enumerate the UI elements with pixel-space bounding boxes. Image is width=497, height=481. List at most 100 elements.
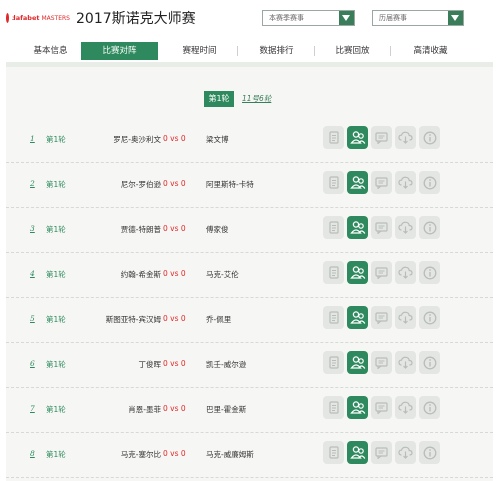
player2-name[interactable]: 乔-佩里 [206, 314, 231, 325]
tab-bar: 基本信息 比赛对阵 赛程时间 数据排行 比赛回放 高清收藏 [0, 42, 497, 62]
match-actions [323, 216, 440, 239]
players-icon[interactable] [347, 351, 368, 374]
dafabet-masters-logo[interactable]: dafabet MASTERS [6, 9, 70, 27]
match-actions [323, 126, 440, 149]
cloud-download-icon[interactable] [395, 441, 416, 464]
tab-2[interactable]: 赛程时间 [161, 42, 238, 60]
tab-3[interactable]: 数据排行 [238, 42, 315, 60]
document-icon[interactable] [323, 396, 344, 419]
match-index-link[interactable]: 2 [30, 179, 35, 188]
match-index-link[interactable]: 7 [30, 404, 35, 413]
match-row: 6 第1轮 丁俊晖 0 vs 0 凯壬-威尔逊 [6, 343, 493, 388]
match-round: 第1轮 [46, 135, 66, 144]
player2-name[interactable]: 阿里斯特-卡特 [206, 179, 254, 190]
tab-separator [390, 46, 391, 56]
player1-name[interactable]: 罗尼-奥沙利文 [113, 134, 161, 145]
player2-name[interactable]: 傅家俊 [206, 224, 229, 235]
chat-icon[interactable] [371, 396, 392, 419]
tab-1[interactable]: 比赛对阵 [81, 42, 158, 60]
document-icon[interactable] [323, 216, 344, 239]
chat-icon[interactable] [371, 216, 392, 239]
player1-name[interactable]: 丁俊晖 [139, 359, 162, 370]
player2-name[interactable]: 巴里-霍金斯 [206, 404, 246, 415]
info-icon[interactable] [419, 306, 440, 329]
player1-name[interactable]: 贾德-特朗普 [121, 224, 161, 235]
match-score: 0 vs 0 [163, 314, 186, 323]
player1-name[interactable]: 尼尔-罗伯逊 [121, 179, 161, 190]
match-score: 0 vs 0 [163, 449, 186, 458]
match-score: 0 vs 0 [163, 134, 186, 143]
document-icon[interactable] [323, 441, 344, 464]
chat-icon[interactable] [371, 126, 392, 149]
cloud-download-icon[interactable] [395, 306, 416, 329]
round-date-link[interactable]: 11号6轮 [242, 93, 271, 104]
document-icon[interactable] [323, 306, 344, 329]
match-score: 0 vs 0 [163, 179, 186, 188]
match-round: 第1轮 [46, 180, 66, 189]
chat-icon[interactable] [371, 351, 392, 374]
chat-icon[interactable] [371, 306, 392, 329]
cloud-download-icon[interactable] [395, 216, 416, 239]
cloud-download-icon[interactable] [395, 171, 416, 194]
document-icon[interactable] [323, 351, 344, 374]
player1-name[interactable]: 肖恩-墨菲 [128, 404, 161, 415]
players-icon[interactable] [347, 126, 368, 149]
player1-name[interactable]: 斯图亚特-宾汉姆 [106, 314, 161, 325]
match-index-link[interactable]: 8 [30, 449, 35, 458]
tab-label: 高清收藏 [413, 46, 448, 56]
player1-name[interactable]: 马克-塞尔比 [121, 449, 161, 460]
info-icon[interactable] [419, 126, 440, 149]
event-title: 2017斯诺克大师赛 [76, 11, 196, 27]
match-index-link[interactable]: 6 [30, 359, 35, 368]
match-index-link[interactable]: 5 [30, 314, 35, 323]
round-header: 第1轮 11号6轮 [6, 91, 493, 107]
players-icon[interactable] [347, 216, 368, 239]
match-index-link[interactable]: 1 [30, 134, 35, 143]
info-icon[interactable] [419, 441, 440, 464]
document-icon[interactable] [323, 261, 344, 284]
match-round: 第1轮 [46, 225, 66, 234]
player2-name[interactable]: 凯壬-威尔逊 [206, 359, 246, 370]
match-actions [323, 441, 440, 464]
chat-icon[interactable] [371, 171, 392, 194]
players-icon[interactable] [347, 441, 368, 464]
player2-name[interactable]: 马克-艾伦 [206, 269, 239, 280]
cloud-download-icon[interactable] [395, 261, 416, 284]
history-events-select[interactable]: 历届赛事 [372, 10, 464, 26]
cloud-download-icon[interactable] [395, 351, 416, 374]
player2-name[interactable]: 马克-威廉姆斯 [206, 449, 254, 460]
season-events-select[interactable]: 本赛季赛事 [262, 10, 355, 26]
logo-mark-icon [6, 13, 14, 23]
chevron-down-icon[interactable] [448, 11, 463, 25]
info-icon[interactable] [419, 171, 440, 194]
chat-icon[interactable] [371, 261, 392, 284]
players-icon[interactable] [347, 171, 368, 194]
player2-name[interactable]: 梁文博 [206, 134, 229, 145]
players-icon[interactable] [347, 261, 368, 284]
match-round: 第1轮 [46, 270, 66, 279]
info-icon[interactable] [419, 216, 440, 239]
round-badge[interactable]: 第1轮 [204, 91, 234, 107]
player1-name[interactable]: 约翰-希金斯 [121, 269, 161, 280]
match-index-link[interactable]: 4 [30, 269, 35, 278]
info-icon[interactable] [419, 396, 440, 419]
document-icon[interactable] [323, 171, 344, 194]
tab-5[interactable]: 高清收藏 [392, 42, 469, 60]
players-icon[interactable] [347, 306, 368, 329]
chevron-down-icon[interactable] [339, 11, 354, 25]
tab-0[interactable]: 基本信息 [12, 42, 89, 60]
match-index-link[interactable]: 3 [30, 224, 35, 233]
chat-icon[interactable] [371, 441, 392, 464]
tab-4[interactable]: 比赛回放 [314, 42, 391, 60]
info-icon[interactable] [419, 351, 440, 374]
season-events-select-value: 本赛季赛事 [269, 14, 304, 22]
logo-subtext: MASTERS [41, 14, 70, 22]
players-icon[interactable] [347, 396, 368, 419]
cloud-download-icon[interactable] [395, 396, 416, 419]
tab-label: 比赛回放 [335, 46, 370, 56]
header: dafabet MASTERS 2017斯诺克大师赛 本赛季赛事 历届赛事 [0, 0, 497, 36]
match-row: 3 第1轮 贾德-特朗普 0 vs 0 傅家俊 [6, 208, 493, 253]
info-icon[interactable] [419, 261, 440, 284]
cloud-download-icon[interactable] [395, 126, 416, 149]
document-icon[interactable] [323, 126, 344, 149]
